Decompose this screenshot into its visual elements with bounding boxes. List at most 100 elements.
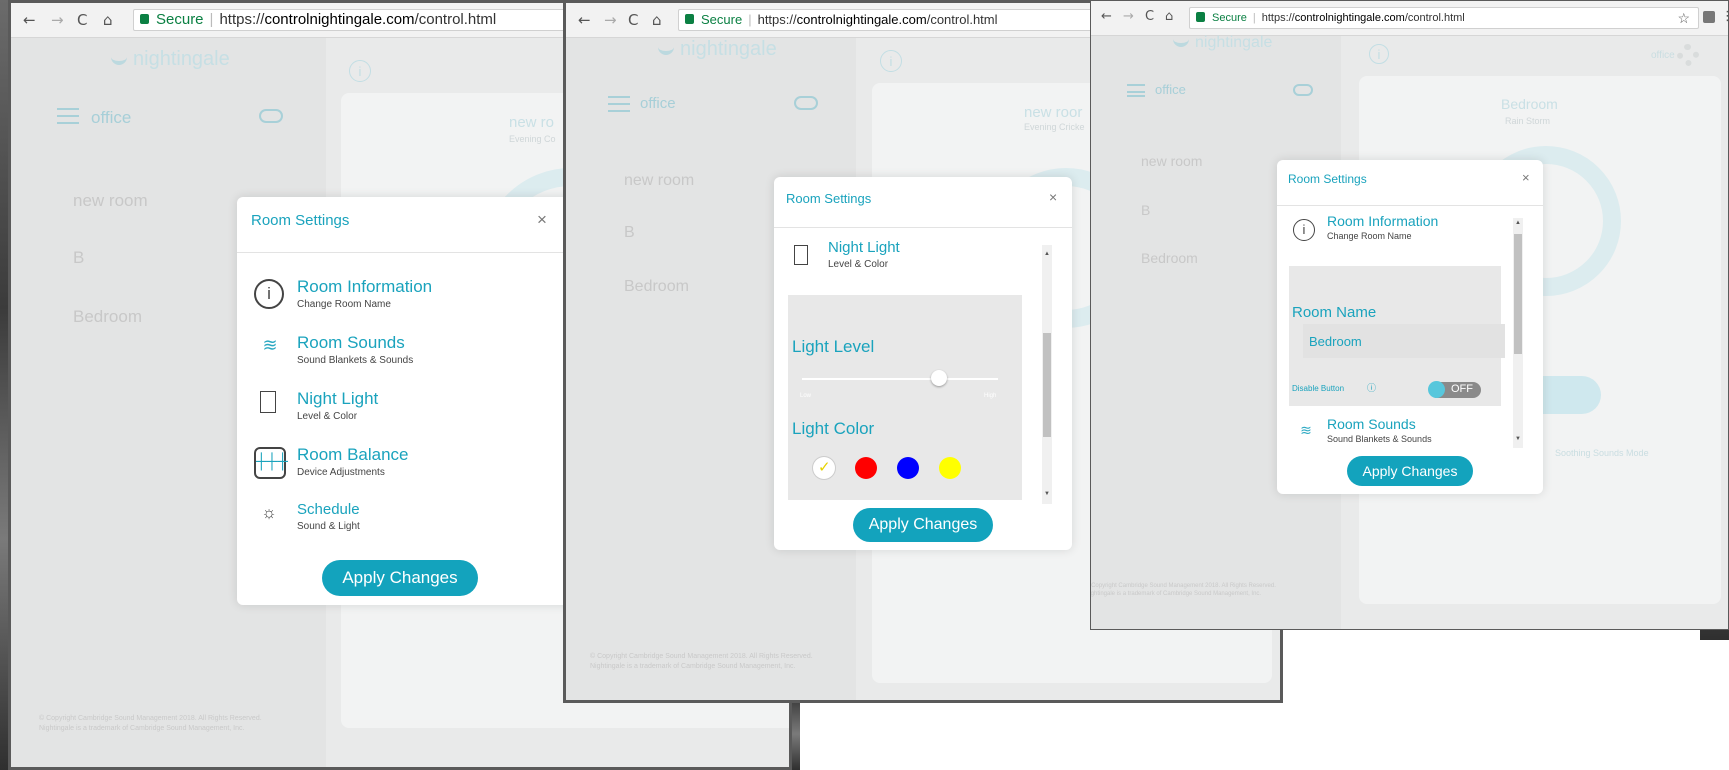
home-button[interactable]: ⌂	[103, 11, 113, 29]
footer: © Copyright Cambridge Sound Management 2…	[590, 653, 813, 670]
color-swatch-3[interactable]	[897, 457, 919, 479]
logo: nightingale	[658, 38, 777, 61]
site-name[interactable]: office	[1155, 82, 1186, 97]
home-button[interactable]: ⌂	[1165, 9, 1173, 24]
apply-changes-button[interactable]: Apply Changes	[853, 508, 993, 542]
forward-button[interactable]: →	[1123, 9, 1134, 24]
forward-button[interactable]: →	[604, 11, 617, 29]
close-button[interactable]: ×	[1522, 170, 1530, 185]
color-swatch-2[interactable]	[855, 457, 877, 479]
room-item-new-room[interactable]: new room	[73, 191, 148, 211]
room-item-b[interactable]: B	[73, 248, 84, 268]
cloud-icon[interactable]	[259, 109, 283, 123]
color-swatch-4[interactable]	[939, 457, 961, 479]
room-item-b[interactable]: B	[624, 224, 635, 242]
room-item-bedroom[interactable]: Bedroom	[1141, 250, 1198, 266]
scroll-up-icon[interactable]: ▲	[1044, 251, 1050, 257]
bird-icon	[658, 43, 674, 55]
url-host: controlnightingale.com	[796, 12, 927, 27]
room-item-b[interactable]: B	[1141, 202, 1150, 218]
scrollbar[interactable]: ▲ ▼	[1042, 245, 1052, 504]
room-info-settings: Room Name Disable Button ⓘ OFF	[1289, 266, 1505, 406]
browser-menu-icon[interactable]: ⋮	[1721, 9, 1728, 24]
info-icon[interactable]: i	[349, 60, 371, 82]
color-swatch-1[interactable]: ✓	[813, 457, 835, 479]
light-level-slider[interactable]	[931, 370, 948, 386]
secure-label: Secure	[156, 11, 204, 28]
soothing-sounds-mode-label: Soothing Sounds Mode	[1555, 448, 1649, 458]
option-room-balance[interactable]: ┼┼┼ Room Balance Device Adjustments	[254, 445, 554, 485]
url-prefix: https://	[1261, 12, 1295, 24]
logo: nightingale	[1173, 34, 1272, 52]
extension-icon[interactable]	[1703, 11, 1715, 23]
scroll-thumb[interactable]	[1514, 234, 1522, 354]
light-level-label: Light Level	[792, 337, 875, 356]
lock-icon	[685, 14, 694, 24]
scrollbar[interactable]: ▲ ▼	[1513, 218, 1523, 448]
room-item-new-room[interactable]: new room	[1141, 153, 1202, 169]
forward-button[interactable]: →	[51, 11, 64, 29]
bird-icon	[1173, 35, 1189, 47]
back-button[interactable]: ←	[1101, 9, 1112, 24]
info-icon[interactable]: i	[1369, 44, 1389, 64]
scroll-down-icon[interactable]: ▼	[1515, 436, 1521, 442]
footer: © Copyright Cambridge Sound Management 2…	[1090, 583, 1276, 597]
apply-changes-button[interactable]: Apply Changes	[322, 560, 478, 596]
url-path: /control.html	[926, 12, 998, 27]
footer: © Copyright Cambridge Sound Management 2…	[39, 715, 262, 732]
menu-icon[interactable]	[57, 108, 79, 124]
room-title: Bedroom	[1501, 96, 1558, 112]
room-item-new-room[interactable]: new room	[624, 172, 694, 190]
cloud-icon[interactable]	[1293, 84, 1313, 96]
high-label: High	[984, 393, 997, 399]
help-icon: ⓘ	[1367, 383, 1377, 393]
close-button[interactable]: ×	[1049, 189, 1057, 205]
room-item-bedroom[interactable]: Bedroom	[624, 278, 689, 296]
back-button[interactable]: ←	[578, 11, 591, 29]
room-name-input[interactable]	[1303, 324, 1505, 358]
reload-button[interactable]: C	[77, 11, 87, 29]
room-settings-modal: Room Settings × i Room Information Chang…	[1277, 160, 1543, 494]
url-path: /control.html	[1404, 12, 1465, 24]
toggle-knob	[1428, 381, 1445, 398]
option-room-information[interactable]: i Room Information Change Room Name	[1293, 213, 1493, 247]
close-button[interactable]: ×	[537, 210, 547, 230]
cloud-icon[interactable]	[794, 96, 818, 110]
home-button[interactable]: ⌂	[652, 11, 662, 29]
site-label: office	[1651, 50, 1675, 61]
waves-icon: ≋	[1300, 422, 1312, 438]
reload-button[interactable]: C	[1145, 9, 1154, 24]
light-level-track[interactable]	[802, 378, 998, 380]
menu-icon[interactable]	[1127, 84, 1145, 97]
disable-button-toggle[interactable]: OFF	[1428, 381, 1481, 398]
settings-gear-icon[interactable]	[1677, 44, 1699, 66]
room-subtitle: Rain Storm	[1505, 116, 1551, 126]
menu-icon[interactable]	[608, 96, 630, 112]
option-night-light[interactable]: Night Light Level & Color	[790, 239, 1020, 277]
lock-icon	[140, 14, 149, 24]
light-icon	[260, 391, 276, 413]
logo: nightingale	[111, 48, 230, 71]
site-name[interactable]: office	[640, 95, 676, 112]
info-icon: i	[254, 279, 284, 309]
toggle-state: OFF	[1451, 383, 1473, 395]
scroll-up-icon[interactable]: ▲	[1515, 220, 1521, 226]
apply-changes-button[interactable]: Apply Changes	[1347, 456, 1473, 486]
scroll-down-icon[interactable]: ▼	[1044, 491, 1050, 497]
lock-icon	[1196, 12, 1205, 22]
option-night-light[interactable]: Night Light Level & Color	[254, 389, 554, 429]
scroll-thumb[interactable]	[1043, 333, 1051, 437]
modal-divider	[774, 227, 1072, 228]
back-button[interactable]: ←	[23, 11, 36, 29]
option-room-sounds[interactable]: ≋ Room Sounds Sound Blankets & Sounds	[1293, 416, 1493, 448]
site-name[interactable]: office	[91, 108, 131, 128]
reload-button[interactable]: C	[628, 11, 638, 29]
url-host: controlnightingale.com	[1294, 12, 1405, 24]
option-room-information[interactable]: i Room Information Change Room Name	[254, 277, 554, 317]
address-bar[interactable]: Secure | https://controlnightingale.com/co…	[1189, 7, 1699, 29]
room-item-bedroom[interactable]: Bedroom	[73, 307, 142, 327]
bookmark-star-icon[interactable]: ☆	[1677, 8, 1690, 28]
option-schedule[interactable]: ☼ Schedule Sound & Light	[254, 501, 554, 541]
info-icon[interactable]: i	[880, 50, 902, 72]
option-room-sounds[interactable]: ≋ Room Sounds Sound Blankets & Sounds	[254, 333, 554, 373]
